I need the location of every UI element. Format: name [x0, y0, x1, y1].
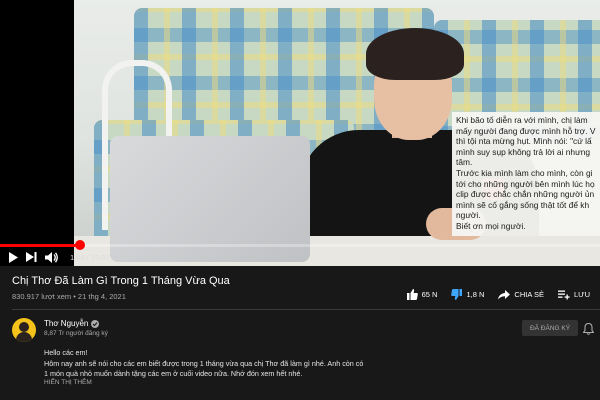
- save-label: LƯU: [574, 290, 590, 299]
- time-display: 1:44 / 13:07: [70, 252, 110, 262]
- dislike-count: 1,8 N: [466, 290, 485, 299]
- description-line: Hôm nay anh sẽ nói cho các em biết được …: [44, 358, 364, 368]
- channel-name: Thơ Nguyễn: [44, 319, 89, 328]
- share-label: CHIA SẺ: [514, 290, 544, 299]
- caption-line: mình sẽ cố gắng sống thật tốt để kh: [456, 199, 590, 210]
- verified-icon: [91, 319, 100, 328]
- video-scene-hair: [366, 28, 464, 80]
- next-icon[interactable]: [26, 249, 37, 265]
- bell-icon[interactable]: [582, 322, 595, 340]
- share-button[interactable]: CHIA SẺ: [498, 289, 544, 300]
- subscribed-button[interactable]: ĐÃ ĐĂNG KÝ: [522, 320, 578, 336]
- play-icon[interactable]: [8, 249, 18, 265]
- caption-line: Trước kia mình làm cho mình, còn gi: [456, 167, 593, 178]
- like-icon: [406, 289, 418, 300]
- video-player[interactable]: Khi bão tố diễn ra với mình, chị làm mấy…: [0, 0, 600, 266]
- channel-name-link[interactable]: Thơ Nguyễn: [44, 319, 100, 328]
- description-line: Hello các em!: [44, 348, 88, 357]
- progress-bar[interactable]: [0, 240, 600, 250]
- video-meta: 830.917 lượt xem • 21 thg 4, 2021: [12, 292, 126, 301]
- divider: [12, 309, 600, 310]
- caption-line: clip được chắc chắn những người ủn: [456, 189, 595, 200]
- caption-line: người.: [456, 210, 481, 221]
- caption-line: mình suy sụp không trả lời ai nhưng: [456, 146, 591, 157]
- like-button[interactable]: 65 N: [406, 289, 438, 300]
- volume-icon[interactable]: [45, 249, 58, 265]
- caption-line: Biết ơn mọi người.: [456, 220, 526, 231]
- caption-line: tâm.: [456, 157, 473, 168]
- video-description: Hello các em! Hôm nay anh sẽ nói cho các…: [44, 348, 363, 380]
- description-line: 1 món quà nhỏ muốn dành tặng các em ở cu…: [44, 369, 303, 378]
- caption-line: mấy người đang được mình hỗ trợ. V: [456, 125, 596, 136]
- avatar-head: [19, 322, 29, 332]
- caption-line: tới cho những người bên mình lúc họ: [456, 178, 595, 189]
- video-caption-overlay: Khi bão tố diễn ra với mình, chị làm mấy…: [452, 112, 600, 236]
- share-icon: [498, 289, 511, 299]
- subscriber-count: 8,87 Tr người đăng ký: [44, 330, 108, 337]
- caption-line: Khi bão tố diễn ra với mình, chị làm: [456, 115, 588, 125]
- player-controls: 1:44 / 13:07: [0, 248, 600, 266]
- show-more-button[interactable]: HIỂN THỊ THÊM: [44, 379, 92, 386]
- video-title: Chị Thơ Đã Làm Gì Trong 1 Tháng Vừa Qua: [12, 275, 230, 287]
- save-button[interactable]: LƯU: [558, 290, 590, 300]
- like-count: 65 N: [421, 290, 438, 299]
- save-icon: [558, 290, 570, 299]
- action-bar: 65 N 1,8 N CHIA SẺ LƯU: [406, 289, 590, 300]
- channel-avatar[interactable]: [12, 318, 36, 342]
- dislike-button[interactable]: 1,8 N: [451, 289, 484, 300]
- avatar-body: [16, 332, 32, 342]
- caption-line: thì tội nta mừng hụt. Mình nói: "cứ lấ: [456, 136, 592, 147]
- progress-fill: [0, 244, 80, 247]
- dislike-icon: [451, 289, 463, 300]
